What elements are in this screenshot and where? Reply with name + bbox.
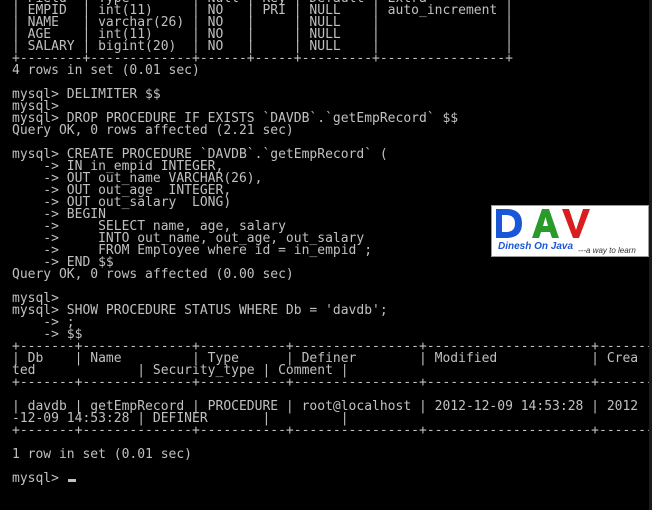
logo-tagline: ---a way to learn [578, 246, 636, 255]
terminal-line: +-------+--------------+-----------+----… [12, 423, 652, 438]
terminal-cursor [67, 479, 76, 482]
terminal-line: Query OK, 0 rows affected (0.00 sec) [12, 267, 294, 282]
terminal-line: mysql> DELIMITER $$ [12, 87, 161, 102]
terminal-line: 1 row in set (0.01 sec) [12, 447, 193, 462]
terminal-line: mysql> SHOW PROCEDURE STATUS WHERE Db = … [12, 303, 388, 318]
terminal-line: 4 rows in set (0.01 sec) [12, 63, 200, 78]
dav-logo: Dinesh On Java ---a way to learn [491, 205, 649, 257]
terminal-line: mysql> [12, 472, 652, 485]
terminal-line: +-------+--------------+-----------+----… [12, 375, 652, 390]
terminal-line: -> ; [12, 315, 75, 330]
terminal-line: Query OK, 0 rows affected (2.21 sec) [12, 123, 294, 138]
logo-subtitle: Dinesh On Java [498, 241, 574, 252]
